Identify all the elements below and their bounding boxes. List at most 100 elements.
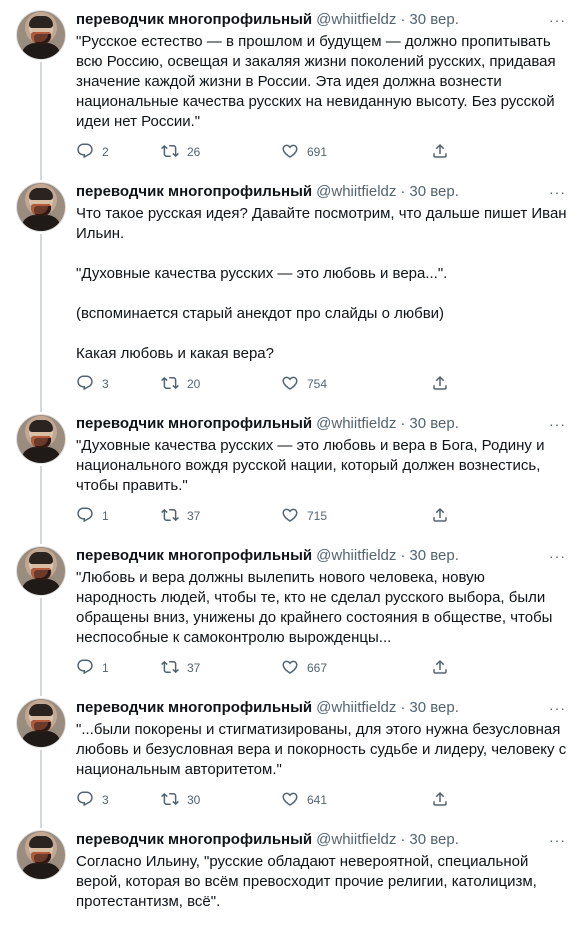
tweet-text: "...были покорены и стигматизированы, дл… (76, 721, 571, 778)
like-count: 754 (307, 377, 328, 391)
tweet-date[interactable]: 30 вер. (409, 414, 459, 434)
reply-icon (76, 374, 94, 395)
more-dots-icon[interactable]: ··· (549, 182, 566, 202)
like-icon (281, 658, 299, 679)
reply-count: 3 (102, 793, 109, 807)
retweet-button[interactable]: 37 (161, 658, 281, 679)
share-button[interactable] (431, 506, 449, 527)
more-dots-icon[interactable]: ··· (549, 830, 566, 850)
more-dots-icon[interactable]: ··· (549, 10, 566, 30)
like-icon (281, 142, 299, 163)
avatar[interactable] (16, 414, 66, 464)
retweet-count: 30 (187, 793, 201, 807)
author-handle[interactable]: @whiitfieldz (316, 698, 396, 718)
like-count: 667 (307, 661, 328, 675)
separator-dot: · (400, 11, 406, 28)
share-icon (431, 790, 449, 811)
reply-button[interactable]: 1 (76, 506, 161, 527)
share-icon (431, 374, 449, 395)
retweet-button[interactable]: 37 (161, 506, 281, 527)
retweet-icon (161, 790, 179, 811)
more-dots-icon[interactable]: ··· (549, 414, 566, 434)
author-handle[interactable]: @whiitfieldz (316, 182, 396, 202)
reply-count: 3 (102, 377, 109, 391)
thread-line-top (40, 536, 42, 544)
tweet[interactable]: переводчик многопрофильный @whiitfieldz … (0, 536, 584, 688)
retweet-icon (161, 506, 179, 527)
share-button[interactable] (431, 142, 449, 163)
like-icon (281, 506, 299, 527)
separator-dot: · (400, 183, 406, 200)
reply-count: 1 (102, 661, 109, 675)
like-button[interactable]: 754 (281, 374, 431, 395)
author-handle[interactable]: @whiitfieldz (316, 10, 396, 30)
tweet-actions: 2 26 691 (76, 142, 568, 172)
tweet-date[interactable]: 30 вер. (409, 546, 459, 566)
author-name[interactable]: переводчик многопрофильный (76, 830, 312, 850)
reply-button[interactable]: 1 (76, 658, 161, 679)
avatar[interactable] (16, 546, 66, 596)
like-button[interactable]: 667 (281, 658, 431, 679)
reply-button[interactable]: 3 (76, 374, 161, 395)
tweet[interactable]: переводчик многопрофильный @whiitfieldz … (0, 0, 584, 172)
tweet-actions: 3 30 641 (76, 790, 568, 820)
author-name[interactable]: переводчик многопрофильный (76, 10, 312, 30)
tweet-date[interactable]: 30 вер. (409, 698, 459, 718)
tweet[interactable]: переводчик многопрофильный @whiitfieldz … (0, 172, 584, 404)
like-count: 641 (307, 793, 328, 807)
reply-icon (76, 790, 94, 811)
retweet-button[interactable]: 30 (161, 790, 281, 811)
tweet-date[interactable]: 30 вер. (409, 830, 459, 850)
retweet-button[interactable]: 20 (161, 374, 281, 395)
retweet-icon (161, 142, 179, 163)
author-name[interactable]: переводчик многопрофильный (76, 414, 312, 434)
reply-button[interactable]: 2 (76, 142, 161, 163)
reply-count: 2 (102, 145, 109, 159)
reply-icon (76, 142, 94, 163)
like-button[interactable]: 715 (281, 506, 431, 527)
avatar[interactable] (16, 698, 66, 748)
author-name[interactable]: переводчик многопрофильный (76, 182, 312, 202)
separator-dot: · (400, 699, 406, 716)
tweet-thread: переводчик многопрофильный @whiitfieldz … (0, 0, 584, 912)
reply-button[interactable]: 3 (76, 790, 161, 811)
tweet-actions: 1 37 667 (76, 658, 568, 688)
like-count: 691 (307, 145, 328, 159)
avatar[interactable] (16, 10, 66, 60)
tweet-text: "Русское естество — в прошлом и будущем … (76, 33, 560, 130)
share-button[interactable] (431, 374, 449, 395)
tweet-date[interactable]: 30 вер. (409, 10, 459, 30)
tweet[interactable]: переводчик многопрофильный @whiitfieldz … (0, 404, 584, 536)
retweet-button[interactable]: 26 (161, 142, 281, 163)
retweet-count: 37 (187, 661, 201, 675)
avatar[interactable] (16, 830, 66, 880)
retweet-count: 20 (187, 377, 201, 391)
share-icon (431, 506, 449, 527)
avatar[interactable] (16, 182, 66, 232)
tweet-text: Что такое русская идея? Давайте посмотри… (76, 205, 567, 362)
tweet[interactable]: переводчик многопрофильный @whiitfieldz … (0, 820, 584, 912)
retweet-icon (161, 658, 179, 679)
share-button[interactable] (431, 790, 449, 811)
like-button[interactable]: 641 (281, 790, 431, 811)
share-icon (431, 142, 449, 163)
separator-dot: · (400, 415, 406, 432)
author-name[interactable]: переводчик многопрофильный (76, 698, 312, 718)
author-name[interactable]: переводчик многопрофильный (76, 546, 312, 566)
share-button[interactable] (431, 658, 449, 679)
reply-count: 1 (102, 509, 109, 523)
retweet-icon (161, 374, 179, 395)
author-handle[interactable]: @whiitfieldz (316, 546, 396, 566)
retweet-count: 37 (187, 509, 201, 523)
tweet[interactable]: переводчик многопрофильный @whiitfieldz … (0, 688, 584, 820)
more-dots-icon[interactable]: ··· (549, 698, 566, 718)
like-count: 715 (307, 509, 328, 523)
more-dots-icon[interactable]: ··· (549, 546, 566, 566)
thread-line-top (40, 820, 42, 828)
tweet-date[interactable]: 30 вер. (409, 182, 459, 202)
author-handle[interactable]: @whiitfieldz (316, 414, 396, 434)
like-icon (281, 374, 299, 395)
like-button[interactable]: 691 (281, 142, 431, 163)
author-handle[interactable]: @whiitfieldz (316, 830, 396, 850)
separator-dot: · (400, 831, 406, 848)
